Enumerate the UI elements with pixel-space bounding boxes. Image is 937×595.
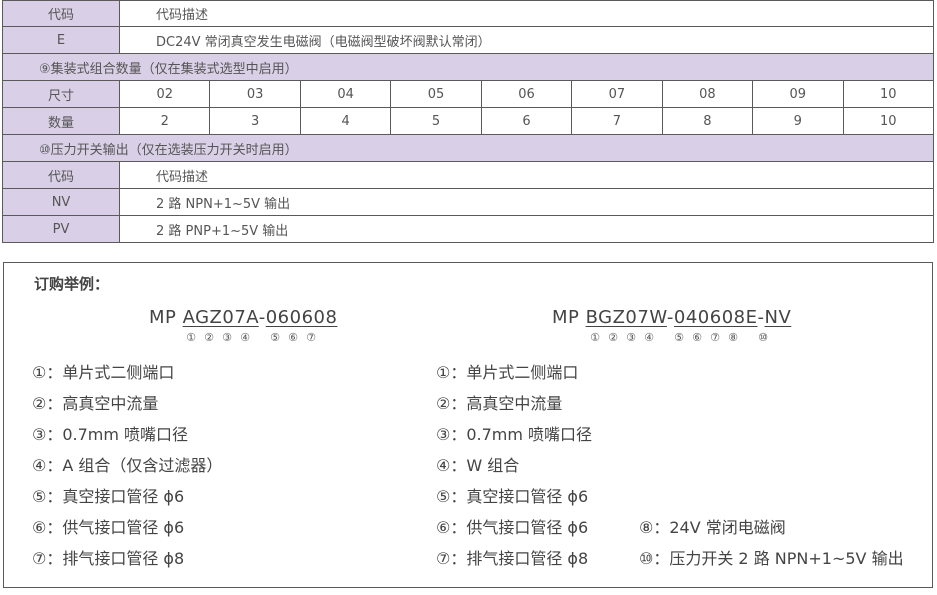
combo-size-row: 尺寸 02 03 04 05 06 07 08 09 10 (2, 81, 934, 108)
right-code-dash: - (666, 307, 674, 328)
right-item: ⑤：真空接口管径 ϕ6 (436, 487, 589, 506)
count-cell: 2 (120, 108, 211, 134)
marker: ③ (222, 331, 232, 344)
pressure-row-code: PV (3, 216, 120, 242)
count-cell: 6 (482, 108, 573, 134)
right-item: ④：W 组合 (436, 456, 520, 475)
header-code-cell: 代码 (3, 1, 120, 26)
pressure-row-nv: NV 2 路 NPN+1~5V 输出 (2, 189, 934, 216)
marker: ④ (644, 331, 654, 344)
right-item: ⑥：供气接口管径 ϕ6 (436, 518, 589, 537)
marker: ② (608, 331, 618, 344)
combo-count-row: 数量 2 3 4 5 6 7 8 9 10 (2, 108, 934, 135)
right-item: ③：0.7mm 喷嘴口径 (436, 425, 593, 444)
pressure-header-code: 代码 (3, 162, 120, 188)
pressure-row-desc: 2 路 NPN+1~5V 输出 (156, 196, 291, 212)
valve-row-e: E DC24V 常闭真空发生电磁阀（电磁阀型破坏阀默认常闭） (2, 27, 934, 54)
left-item: ⑥：供气接口管径 ϕ6 (32, 518, 185, 537)
row-e-desc: DC24V 常闭真空发生电磁阀（电磁阀型破坏阀默认常闭） (156, 34, 491, 50)
marker: ① (186, 331, 196, 344)
count-cell: 3 (210, 108, 301, 134)
size-label: 尺寸 (3, 81, 120, 107)
right-code-part-a: BGZ07W (585, 307, 667, 328)
marker: ① (590, 331, 600, 344)
size-cell: 06 (482, 81, 573, 107)
marker: ④ (240, 331, 250, 344)
count-cell: 5 (391, 108, 482, 134)
combo-section-title: ⑨集装式组合数量（仅在集装式选型中启用） (39, 61, 298, 77)
marker: ⑤ (674, 331, 684, 344)
row-e-code: E (3, 27, 120, 53)
pressure-header-desc: 代码描述 (156, 169, 209, 185)
marker: ② (204, 331, 214, 344)
right-code-prefix: MP (552, 307, 586, 328)
count-label: 数量 (3, 108, 120, 134)
spec-table: 代码 代码描述 E DC24V 常闭真空发生电磁阀（电磁阀型破坏阀默认常闭） ⑨… (2, 0, 934, 243)
order-example-title: 订购举例： (34, 275, 110, 293)
size-cell: 08 (663, 81, 754, 107)
header-desc-cell: 代码描述 (156, 8, 209, 23)
count-cell: 7 (572, 108, 663, 134)
left-item: ①：单片式二侧端口 (32, 363, 175, 382)
size-cell: 02 (120, 81, 211, 107)
pressure-section-title: ⑩压力开关输出（仅在选装压力开关时启用） (39, 142, 298, 158)
marker: ⑥ (692, 331, 702, 344)
right-extra-item: ⑧：24V 常闭电磁阀 (639, 518, 786, 537)
count-cell: 8 (663, 108, 754, 134)
right-code-markers: ①②③④ ⑤⑥⑦⑧ ⑩ (586, 331, 772, 344)
right-order-code: MP BGZ07W-040608E-NV (552, 307, 791, 328)
size-cell: 05 (391, 81, 482, 107)
marker: ⑥ (288, 331, 298, 344)
marker: ⑩ (758, 331, 768, 344)
left-code-part-b: 060608 (265, 307, 338, 328)
left-item: ④：A 组合（仅含过滤器） (32, 456, 223, 475)
left-item: ⑤：真空接口管径 ϕ6 (32, 487, 185, 506)
left-code-dash: - (258, 307, 266, 328)
pressure-header-row: 代码 代码描述 (2, 162, 934, 189)
left-item: ②：高真空中流量 (32, 394, 159, 413)
left-item: ③：0.7mm 喷嘴口径 (32, 425, 189, 444)
right-item: ⑦：排气接口管径 ϕ8 (436, 549, 589, 568)
marker: ③ (626, 331, 636, 344)
right-extra-item: ⑩：压力开关 2 路 NPN+1~5V 输出 (639, 549, 904, 568)
marker: ⑦ (306, 331, 316, 344)
size-cell: 09 (753, 81, 844, 107)
marker: ⑦ (710, 331, 720, 344)
right-code-part-c: NV (764, 307, 792, 328)
right-item: ①：单片式二侧端口 (436, 363, 579, 382)
left-order-code: MP AGZ07A-060608 (149, 307, 337, 328)
order-example-panel: 订购举例： MP AGZ07A-060608 ①②③④⑤⑥⑦ MP BGZ07W… (3, 262, 933, 588)
left-item: ⑦：排气接口管径 ϕ8 (32, 549, 185, 568)
left-code-prefix: MP (149, 307, 183, 328)
right-code-dash2: - (757, 307, 765, 328)
marker: ⑤ (270, 331, 280, 344)
size-cell: 03 (210, 81, 301, 107)
combo-section-title-row: ⑨集装式组合数量（仅在集装式选型中启用） (2, 54, 934, 81)
marker: ⑧ (728, 331, 738, 344)
right-item: ②：高真空中流量 (436, 394, 563, 413)
left-code-markers: ①②③④ ⑤⑥⑦ (182, 331, 320, 344)
size-cell: 10 (879, 86, 897, 102)
count-cell: 4 (301, 108, 392, 134)
size-cell: 04 (301, 81, 392, 107)
pressure-row-code: NV (3, 189, 120, 215)
valve-header-row: 代码 代码描述 (2, 0, 934, 27)
pressure-section-title-row: ⑩压力开关输出（仅在选装压力开关时启用） (2, 135, 934, 162)
count-cell: 10 (879, 113, 897, 129)
count-cell: 9 (753, 108, 844, 134)
size-cell: 07 (572, 81, 663, 107)
pressure-row-pv: PV 2 路 PNP+1~5V 输出 (2, 216, 934, 243)
pressure-row-desc: 2 路 PNP+1~5V 输出 (156, 223, 289, 239)
left-code-part-a: AGZ07A (182, 307, 259, 328)
right-code-part-b: 040608E (673, 307, 758, 328)
